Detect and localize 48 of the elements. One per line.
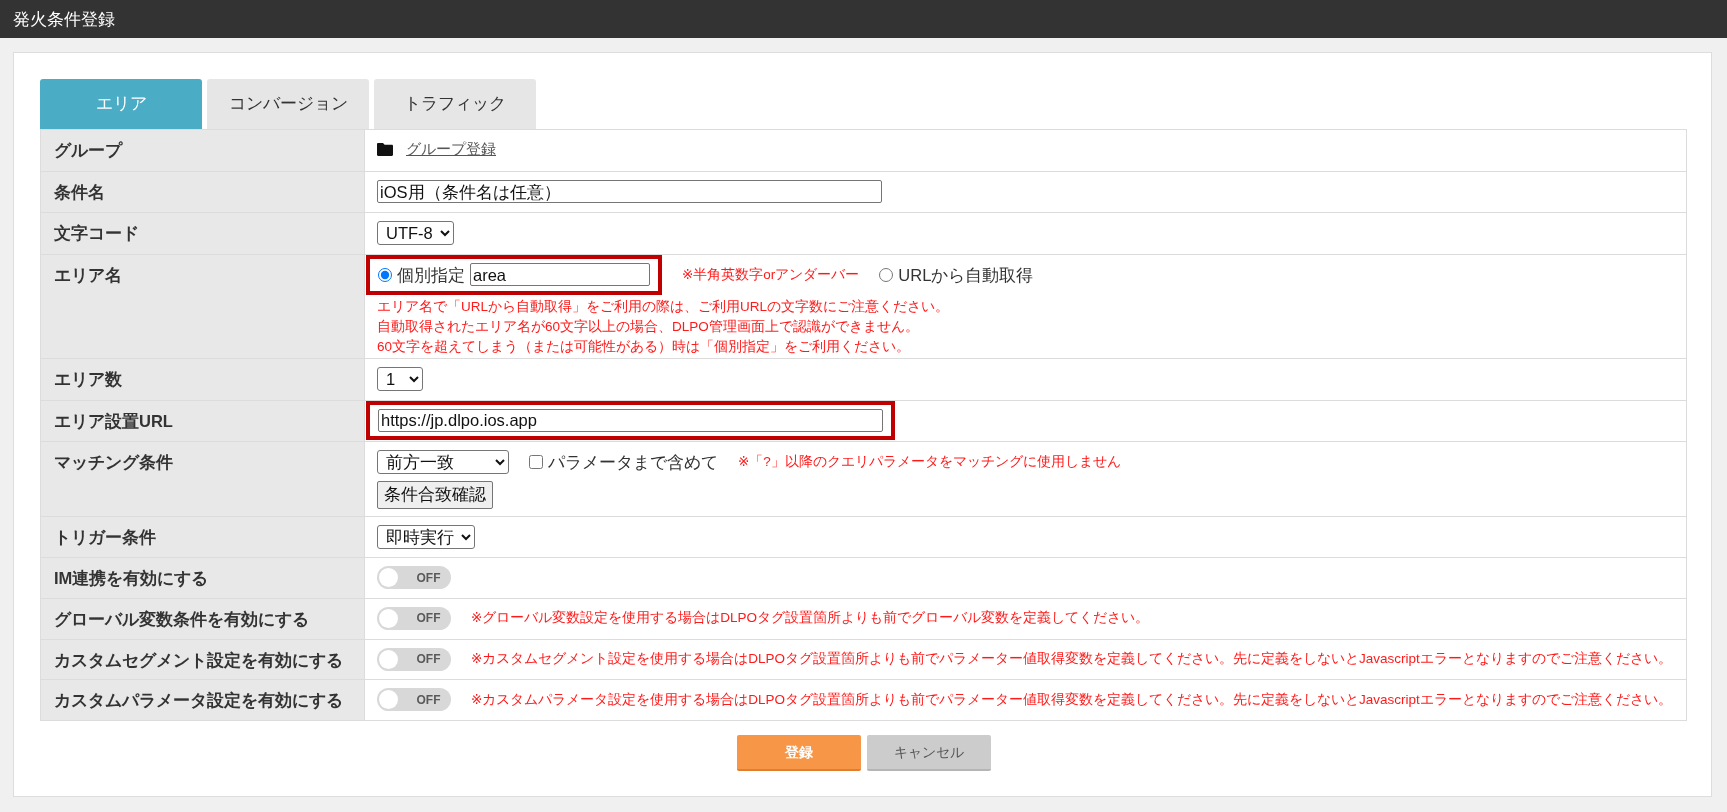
- field-label: 文字コード: [40, 212, 365, 254]
- field-label: マッチング条件: [40, 441, 365, 516]
- toggle-knob-icon: [379, 608, 398, 628]
- group-link[interactable]: グループ登録: [406, 138, 496, 161]
- field-label: カスタムセグメント設定を有効にする: [40, 639, 365, 680]
- select-field[interactable]: 1: [377, 367, 423, 392]
- field-label: グローバル変数条件を有効にする: [40, 598, 365, 639]
- radio-button[interactable]: [378, 267, 392, 282]
- field-label: トリガー条件: [40, 516, 365, 558]
- match-check-button[interactable]: 条件合致確認: [377, 480, 493, 509]
- note-text: ※「?」以降のクエリパラメータをマッチングに使用しません: [738, 453, 1121, 471]
- note-text: 自動取得されたエリア名が60文字以上の場合、DLPO管理画面上で認識ができません。: [377, 318, 919, 337]
- note-text: エリア名で「URLから自動取得」をご利用の際は、ご利用URLの文字数にご注意ください。: [377, 298, 949, 317]
- select-field[interactable]: UTF-8: [377, 221, 454, 245]
- radio-label: 個別指定: [397, 264, 465, 286]
- toggle-switch[interactable]: OFF: [377, 606, 451, 630]
- note-text: ※グローバル変数設定を使用する場合はDLPOタグ設置箇所よりも前でグローバル変数を定義してください。: [471, 609, 1150, 628]
- toggle-switch[interactable]: OFF: [377, 566, 451, 589]
- checkbox-label: パラメータまで含めて: [548, 451, 718, 473]
- field-label: エリア名: [40, 254, 365, 359]
- tab[interactable]: コンバージョン: [207, 79, 369, 129]
- text-field[interactable]: area: [470, 263, 650, 287]
- toggle-switch[interactable]: OFF: [377, 688, 451, 712]
- note-text: 60文字を超えてしまう（または可能性がある）時は「個別指定」をご利用ください。: [377, 338, 911, 357]
- toggle-knob-icon: [379, 568, 398, 587]
- note-text: ※半角英数字orアンダーバー: [682, 265, 860, 284]
- text-field[interactable]: https://jp.dlpo.ios.app: [378, 408, 883, 432]
- field-label: 条件名: [40, 171, 365, 213]
- field-label: グループ: [40, 129, 365, 171]
- toggle-switch[interactable]: OFF: [377, 647, 451, 671]
- toggle-knob-icon: [379, 649, 398, 669]
- radio-button[interactable]: [879, 267, 894, 282]
- radio-label: URLから自動取得: [898, 264, 1034, 286]
- window-title: 発火条件登録: [13, 8, 115, 30]
- folder-icon: [377, 143, 393, 156]
- note-text: ※カスタムパラメータ設定を使用する場合はDLPOタグ設置箇所よりも前でパラメーター値取得変数を定義してください。先に定義をしないとJavascriptエラーとなりますのでご注意ください。: [471, 690, 1672, 709]
- note-text: ※カスタムセグメント設定を使用する場合はDLPOタグ設置箇所よりも前でパラメーター値取得変数を定義してください。先に定義をしないとJavascriptエラーとなりますのでご注意ください。: [471, 649, 1672, 668]
- field-label: カスタムパラメータ設定を有効にする: [40, 679, 365, 721]
- checkbox[interactable]: [529, 455, 543, 470]
- toggle-knob-icon: [379, 690, 398, 710]
- tab[interactable]: トラフィック: [374, 79, 536, 129]
- field-label: エリア数: [40, 358, 365, 401]
- field-label: IM連携を有効にする: [40, 557, 365, 599]
- select-field[interactable]: 即時実行: [377, 524, 475, 549]
- select-field[interactable]: 前方一致: [377, 450, 509, 475]
- text-field[interactable]: iOS用（条件名は任意）: [377, 180, 882, 204]
- field-label: エリア設置URL: [40, 400, 365, 442]
- cancel-button[interactable]: キャンセル: [866, 735, 991, 771]
